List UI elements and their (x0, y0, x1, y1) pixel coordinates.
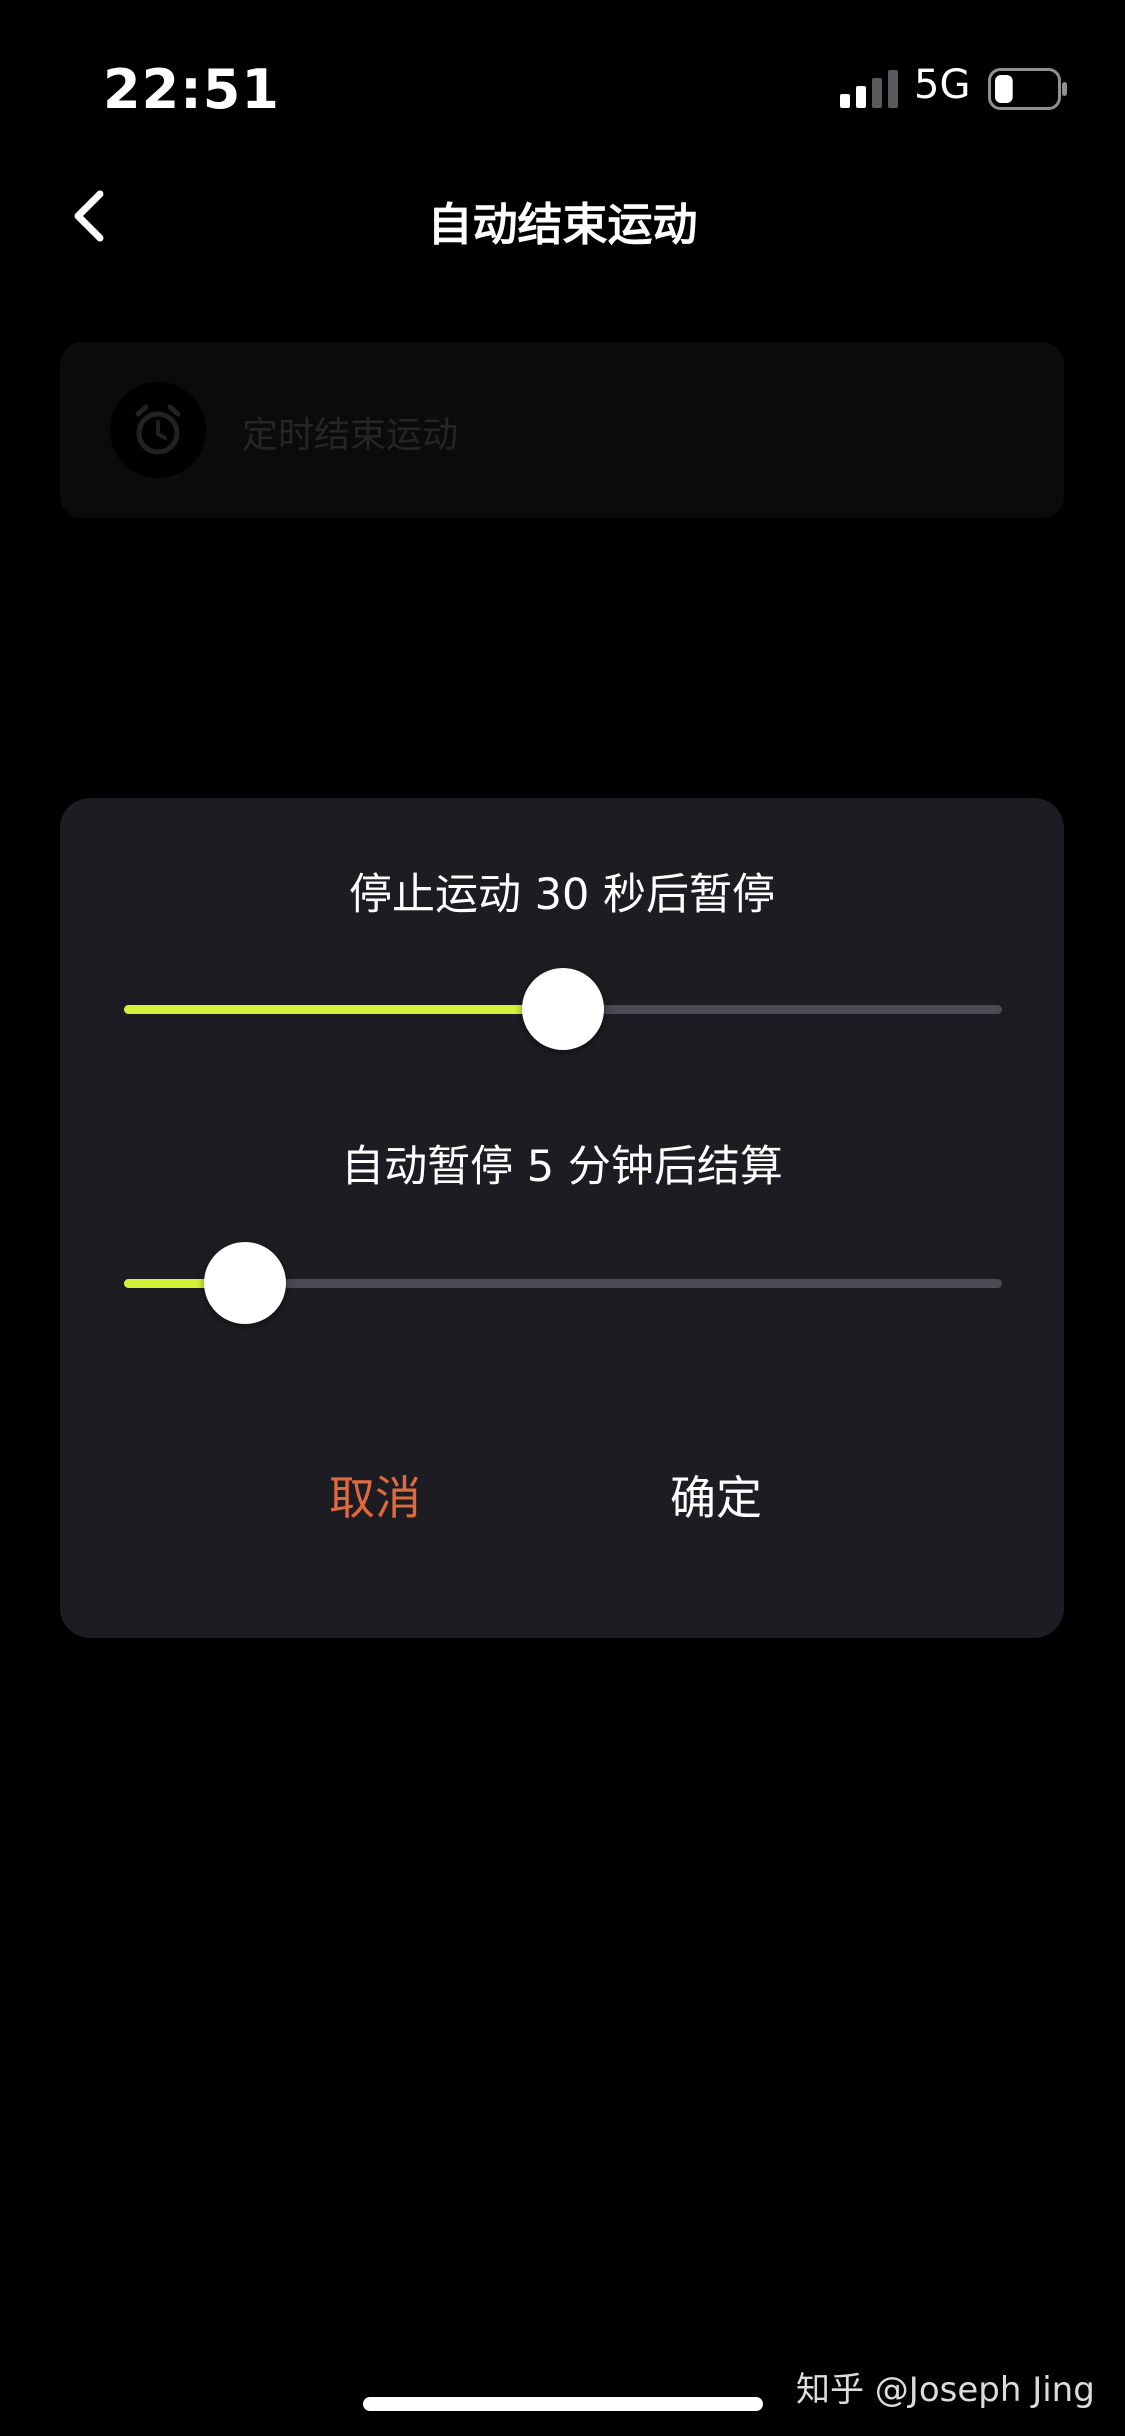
auto-pause-dialog: 停止运动 30 秒后暂停 自动暂停 5 分钟后结算 取消 确定 (60, 798, 1064, 1638)
screen: 22:51 5G 自动结束运动 定时结束运动 停止运动 30 秒后暂停 自动暂停… (0, 0, 1125, 2436)
cancel-button[interactable]: 取消 (225, 1458, 525, 1538)
slider-thumb[interactable] (203, 1242, 286, 1324)
battery-icon (988, 68, 1067, 110)
pause-delay-slider[interactable] (124, 964, 1002, 1054)
timed-end-label: 定时结束运动 (242, 415, 459, 456)
timed-end-row[interactable]: 定时结束运动 (60, 342, 1064, 518)
confirm-button[interactable]: 确定 (566, 1458, 866, 1538)
page-title: 自动结束运动 (427, 198, 698, 251)
home-indicator[interactable] (363, 2397, 763, 2411)
pause-delay-label: 停止运动 30 秒后暂停 (348, 870, 776, 920)
status-time: 22:51 (103, 58, 280, 121)
network-type-label: 5G (914, 62, 971, 108)
settle-delay-slider[interactable] (124, 1238, 1002, 1328)
cellular-signal-icon (840, 70, 898, 108)
slider-fill (124, 1005, 563, 1014)
slider-thumb[interactable] (522, 968, 604, 1050)
watermark: 知乎 @Joseph Jing (796, 2370, 1095, 2410)
alarm-clock-icon (110, 382, 206, 478)
settle-delay-label: 自动暂停 5 分钟后结算 (341, 1142, 783, 1192)
